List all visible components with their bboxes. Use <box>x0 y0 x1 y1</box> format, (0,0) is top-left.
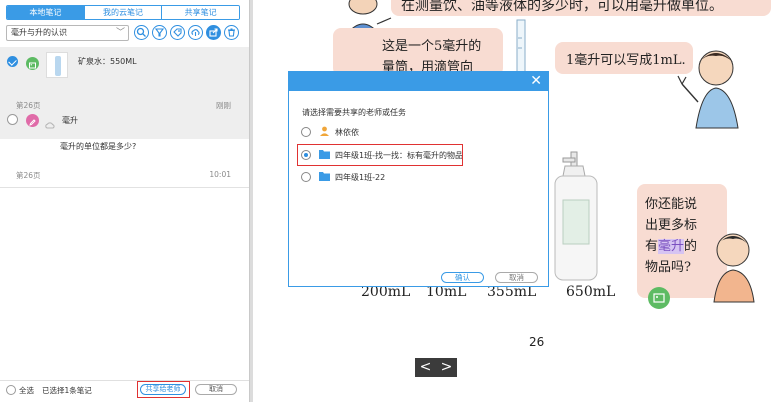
tag-icon[interactable] <box>170 25 185 40</box>
dialog-header: ✕ <box>289 72 548 91</box>
image-annotation-icon[interactable] <box>648 287 670 309</box>
folder-icon <box>319 172 330 181</box>
capacity-label: 650mL <box>566 284 616 300</box>
option-radio[interactable] <box>301 127 311 137</box>
checked-icon[interactable] <box>7 56 18 67</box>
question-text: 物品吗? <box>645 260 691 275</box>
highlighted-word: 毫升 <box>658 239 685 254</box>
filter-icon[interactable] <box>152 25 167 40</box>
checkbox-icon[interactable] <box>7 114 18 125</box>
chevron-down-icon: ﹀ <box>115 28 125 38</box>
trash-icon[interactable] <box>224 25 239 40</box>
dialog-prompt: 请选择需要共享的老师或任务 <box>302 108 406 117</box>
pen-note-icon <box>26 114 39 127</box>
question-text: 有毫升的 <box>645 235 697 254</box>
prev-page-button[interactable]: < <box>415 358 436 377</box>
lesson-select[interactable]: 毫升与升的认识 ﹀ <box>6 25 129 41</box>
lesson-select-value: 毫升与升的认识 <box>11 28 67 37</box>
share-icon[interactable] <box>206 25 221 40</box>
upload-cloud-icon[interactable] <box>188 25 203 40</box>
select-all-radio[interactable] <box>6 385 16 395</box>
cylinder-text: 这是一个5毫升的 <box>382 39 482 54</box>
share-to-teacher-button[interactable]: 共享给老师 <box>140 384 186 395</box>
note-thumbnail <box>46 52 68 78</box>
ml-text: 1毫升可以写成1mL. <box>566 53 686 68</box>
cloud-icon <box>44 114 56 129</box>
note-item[interactable]: 第26页 刚刚 毫升 毫升的单位都是多少? 第26页 10:01 <box>0 101 249 186</box>
note-time: 刚刚 <box>216 101 231 110</box>
note-body: 毫升的单位都是多少? <box>60 142 137 151</box>
image-note-icon <box>26 57 39 70</box>
note-page: 第26页 <box>16 101 41 110</box>
confirm-button[interactable]: 确认 <box>441 272 484 283</box>
note-title: 毫升 <box>62 116 78 125</box>
cylinder-illustration <box>516 19 526 75</box>
person-icon <box>320 126 329 136</box>
note-title: 矿泉水：550ML <box>78 57 137 66</box>
option-label: 林依依 <box>335 128 359 137</box>
book-top-line: 在测量饮、油等液体的多少时，可以用毫升做单位。 <box>401 0 723 14</box>
tab-cloud-notes[interactable]: 我的云笔记 <box>83 6 162 19</box>
next-page-button[interactable]: > <box>436 358 457 377</box>
selected-count: 已选择1条笔记 <box>42 386 92 395</box>
question-text: 出更多标 <box>645 218 698 233</box>
option-highlight-box <box>297 144 463 166</box>
app-window: 本地笔记 我的云笔记 共享笔记 毫升与升的认识 ﹀ 矿泉水：550ML 第26页… <box>0 0 775 402</box>
notes-toolbar: 毫升与升的认识 ﹀ <box>6 24 242 42</box>
option-teacher[interactable]: 林依依 <box>301 126 481 138</box>
page-pager: < > <box>415 358 457 377</box>
tab-shared-notes[interactable]: 共享笔记 <box>161 6 239 19</box>
question-text: 的 <box>684 239 698 254</box>
notes-panel: 本地笔记 我的云笔记 共享笔记 毫升与升的认识 ﹀ 矿泉水：550ML 第26页… <box>0 0 250 402</box>
divider <box>0 187 249 188</box>
question-text: 你还能说 <box>645 197 698 212</box>
note-page: 第26页 <box>16 171 41 180</box>
close-icon[interactable]: ✕ <box>530 73 542 89</box>
notes-tabs: 本地笔记 我的云笔记 共享笔记 <box>6 5 240 20</box>
boy-illustration <box>677 50 739 129</box>
select-all-label[interactable]: 全选 <box>19 385 34 396</box>
search-icon[interactable] <box>134 25 149 40</box>
option-radio[interactable] <box>301 172 311 182</box>
bottle-illustration <box>554 151 598 281</box>
tab-local-notes[interactable]: 本地笔记 <box>7 6 84 19</box>
page-number: 26 <box>529 335 545 349</box>
note-time: 10:01 <box>209 170 231 179</box>
dialog-cancel-button[interactable]: 取消 <box>495 272 538 283</box>
share-dialog: ✕ 请选择需要共享的老师或任务 林依依 四年级1班-找一找：标有毫升的物品 四年… <box>288 71 549 287</box>
bottom-bar: 全选 已选择1条笔记 共享给老师 取消 <box>0 380 249 402</box>
question-text: 有 <box>645 239 659 254</box>
option-class[interactable]: 四年级1班-22 <box>301 171 481 183</box>
cancel-button[interactable]: 取消 <box>195 384 237 395</box>
boy-illustration <box>713 233 755 303</box>
option-label: 四年级1班-22 <box>335 173 386 182</box>
